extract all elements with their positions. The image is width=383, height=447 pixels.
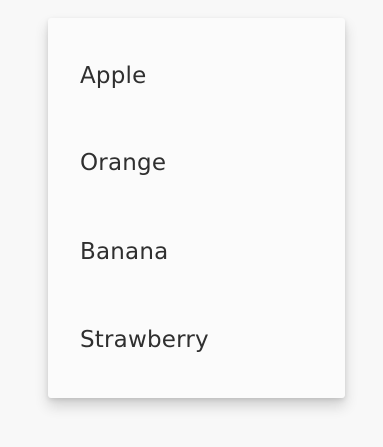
menu-item-apple[interactable]: Apple — [48, 32, 345, 120]
screen: Apple Orange Banana Strawberry — [0, 0, 383, 447]
menu-item-banana[interactable]: Banana — [48, 208, 345, 296]
menu-item-orange[interactable]: Orange — [48, 119, 345, 207]
popup-menu: Apple Orange Banana Strawberry — [48, 18, 345, 398]
menu-item-strawberry[interactable]: Strawberry — [48, 296, 345, 384]
